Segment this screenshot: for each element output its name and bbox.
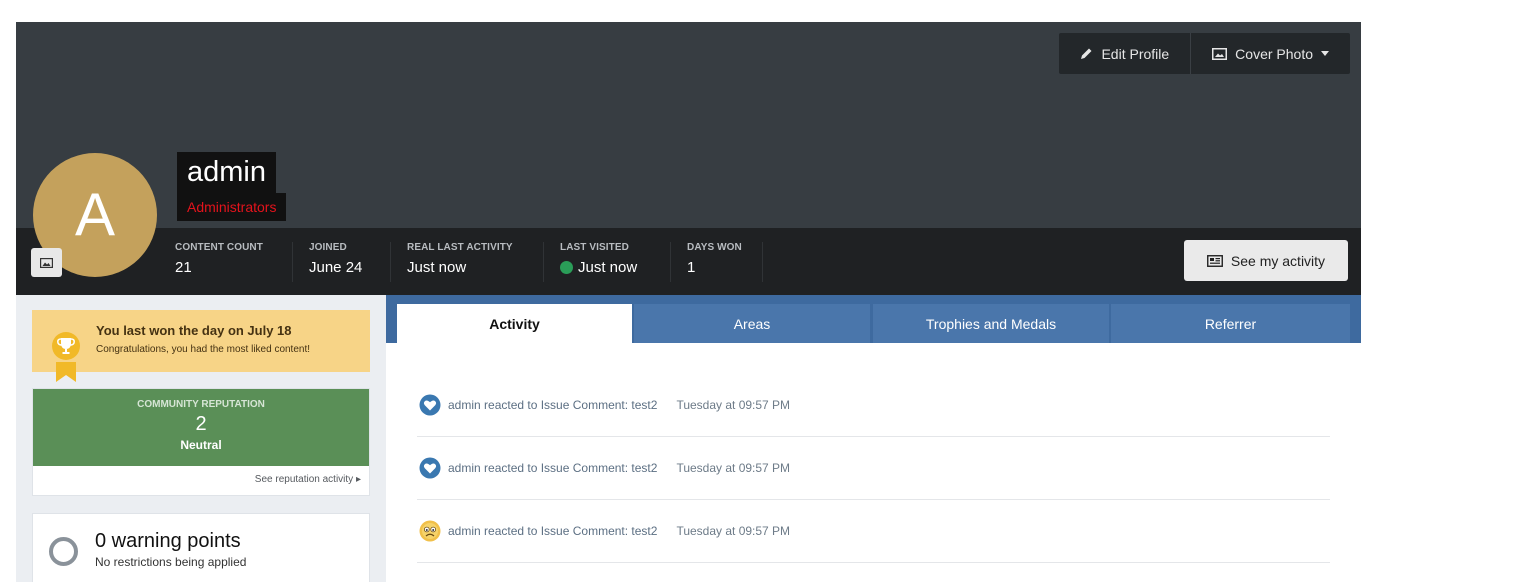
stat-divider (390, 242, 391, 282)
days-won-banner: You last won the day on July 18 Congratu… (32, 310, 370, 382)
heart-reaction-icon (419, 457, 441, 479)
stat-last-visited: LAST VISITED Just now (560, 242, 637, 282)
username: admin (177, 152, 276, 193)
sad-reaction-icon (419, 520, 441, 542)
days-won-title: You last won the day on July 18 (96, 323, 292, 338)
trophy-icon (52, 332, 80, 382)
cover-actions: Edit Profile Cover Photo (1059, 33, 1350, 74)
stat-divider (543, 242, 544, 282)
reputation-value: 2 (195, 413, 207, 435)
reputation-status: Neutral (180, 438, 222, 452)
online-status-icon (560, 261, 573, 274)
stat-divider (762, 242, 763, 282)
profile-tabs: Activity Areas Trophies and Medals Refer… (386, 295, 1361, 344)
reputation-card: COMMUNITY REPUTATION 2 Neutral See reput… (32, 388, 370, 496)
activity-time: Tuesday at 09:57 PM (676, 398, 791, 412)
stat-content-count: CONTENT COUNT 21 (175, 242, 263, 282)
change-photo-button[interactable] (31, 248, 62, 277)
caret-right-icon: ▸ (355, 474, 361, 485)
stat-value: June 24 (309, 259, 363, 276)
stat-label: LAST VISITED (560, 242, 629, 253)
activity-time: Tuesday at 09:57 PM (676, 524, 791, 538)
activity-item: admin reacted to Issue Comment: test2 Tu… (417, 374, 1330, 437)
see-my-activity-button[interactable]: See my activity (1184, 240, 1348, 281)
stat-value: 21 (175, 259, 192, 276)
activity-text[interactable]: admin reacted to Issue Comment: test2 (448, 398, 657, 412)
warning-ring-icon (49, 537, 78, 566)
stat-value: 1 (687, 259, 696, 276)
stat-value: Just now (560, 259, 637, 276)
see-my-activity-label: See my activity (1230, 252, 1326, 269)
tab-trophies-and-medals[interactable]: Trophies and Medals (873, 304, 1109, 343)
stat-value: Just now (407, 259, 467, 276)
see-reputation-activity-link[interactable]: See reputation activity ▸ (255, 474, 361, 485)
tab-referrer[interactable]: Referrer (1111, 304, 1350, 343)
tab-areas[interactable]: Areas (634, 304, 870, 343)
profile-sidebar: You last won the day on July 18 Congratu… (16, 295, 386, 582)
image-icon (40, 257, 53, 268)
profile-stats-bar: CONTENT COUNT 21 JOINED June 24 REAL LAS… (16, 228, 1361, 295)
profile-page: Edit Profile Cover Photo admin Administr… (16, 22, 1361, 582)
warning-restrictions: No restrictions being applied (95, 555, 247, 569)
profile-main: Activity Areas Trophies and Medals Refer… (386, 295, 1361, 582)
stat-divider (670, 242, 671, 282)
user-group: Administrators (177, 193, 287, 221)
cover-photo: Edit Profile Cover Photo admin Administr… (16, 22, 1361, 228)
warning-points: 0 warning points (95, 530, 241, 552)
activity-item: admin reacted to Issue Comment: test2 Tu… (417, 500, 1330, 563)
cover-photo-label: Cover Photo (1235, 45, 1313, 62)
activity-text[interactable]: admin reacted to Issue Comment: test2 (448, 461, 657, 475)
days-won-subtitle: Congratulations, you had the most liked … (96, 344, 311, 355)
activity-item: admin reacted to Issue Comment: test2 Tu… (417, 437, 1330, 500)
caret-down-icon (1321, 51, 1329, 56)
stat-value-text: Just now (578, 259, 638, 276)
heart-reaction-icon (419, 394, 441, 416)
stat-label: DAYS WON (687, 242, 742, 253)
cover-photo-button[interactable]: Cover Photo (1190, 33, 1350, 74)
stat-real-last-activity: REAL LAST ACTIVITY Just now (407, 242, 513, 282)
activity-text[interactable]: admin reacted to Issue Comment: test2 (448, 524, 657, 538)
stat-label: CONTENT COUNT (175, 242, 263, 253)
edit-profile-button[interactable]: Edit Profile (1059, 33, 1190, 74)
newspaper-icon (1206, 254, 1223, 267)
stat-divider (292, 242, 293, 282)
stat-label: JOINED (309, 242, 347, 253)
pencil-icon (1081, 48, 1092, 59)
tab-activity[interactable]: Activity (397, 304, 632, 344)
reputation-link-label: See reputation activity (254, 474, 354, 485)
warning-card: 0 warning points No restrictions being a… (32, 513, 370, 582)
reputation-label: COMMUNITY REPUTATION (137, 399, 265, 410)
image-icon (1212, 47, 1228, 60)
stat-label: REAL LAST ACTIVITY (407, 242, 513, 253)
edit-profile-label: Edit Profile (1101, 45, 1170, 62)
reputation-badge: COMMUNITY REPUTATION 2 Neutral (33, 389, 369, 466)
activity-time: Tuesday at 09:57 PM (676, 461, 791, 475)
stat-joined: JOINED June 24 (309, 242, 362, 282)
stat-days-won: DAYS WON 1 (687, 242, 742, 282)
